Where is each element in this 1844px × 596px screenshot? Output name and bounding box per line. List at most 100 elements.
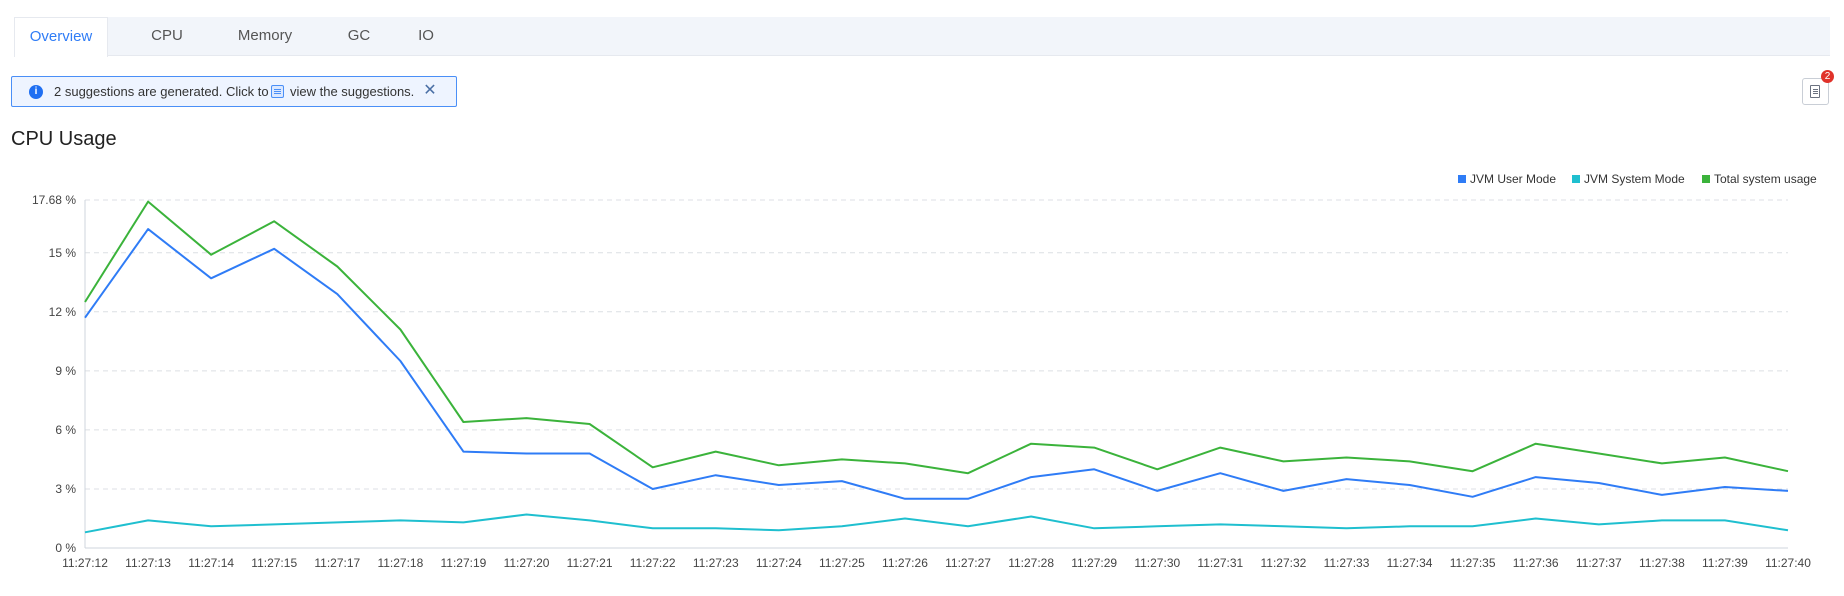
data-point-user xyxy=(1218,471,1222,475)
data-point-total xyxy=(1155,467,1159,471)
x-tick-label: 11:27:39 xyxy=(1702,556,1748,570)
data-point-user xyxy=(903,497,907,501)
data-point-system xyxy=(1786,528,1790,532)
data-point-system xyxy=(1471,524,1475,528)
series-line-total xyxy=(84,200,1789,475)
data-point-total xyxy=(209,253,213,257)
data-point-user xyxy=(83,316,87,320)
x-tick-label: 11:27:14 xyxy=(188,556,234,570)
data-point-system xyxy=(1723,518,1727,522)
x-tick-label: 11:27:26 xyxy=(882,556,928,570)
y-tick-label: 3 % xyxy=(55,482,76,496)
x-tick-label: 11:27:29 xyxy=(1071,556,1117,570)
data-point-total xyxy=(525,416,529,420)
data-point-user xyxy=(461,450,465,454)
data-point-user xyxy=(209,276,213,280)
data-point-system xyxy=(398,518,402,522)
x-tick-label: 11:27:32 xyxy=(1260,556,1306,570)
series-line-system xyxy=(84,513,1789,534)
data-point-total xyxy=(966,471,970,475)
data-point-user xyxy=(525,452,529,456)
x-tick-label: 11:27:15 xyxy=(251,556,297,570)
x-tick-label: 11:27:18 xyxy=(377,556,423,570)
data-point-total xyxy=(1092,446,1096,450)
data-point-user xyxy=(1786,489,1790,493)
data-point-system xyxy=(209,524,213,528)
data-point-user xyxy=(714,473,718,477)
data-point-system xyxy=(714,526,718,530)
cpu-usage-chart: 0 % 3 % 6 % 9 % 12 % 15 % 17.68 % 11:27:12 11:27… xyxy=(32,193,1811,570)
data-point-total xyxy=(651,465,655,469)
data-point-total xyxy=(1218,446,1222,450)
data-point-system xyxy=(840,524,844,528)
data-point-total xyxy=(1534,442,1538,446)
x-tick-label: 11:27:27 xyxy=(945,556,991,570)
data-point-user xyxy=(840,479,844,483)
data-point-user xyxy=(1092,467,1096,471)
data-point-system xyxy=(525,513,529,517)
data-point-system xyxy=(146,518,150,522)
x-tick-label: 11:27:23 xyxy=(693,556,739,570)
data-point-total xyxy=(398,328,402,332)
data-point-user xyxy=(335,292,339,296)
data-point-total xyxy=(335,265,339,269)
y-tick-label: 0 % xyxy=(55,541,76,555)
data-point-total xyxy=(588,422,592,426)
x-tick-label: 11:27:24 xyxy=(756,556,802,570)
x-tick-label: 11:27:36 xyxy=(1513,556,1559,570)
data-point-total xyxy=(840,457,844,461)
data-point-system xyxy=(1155,524,1159,528)
data-point-total xyxy=(272,219,276,223)
data-point-system xyxy=(966,524,970,528)
x-tick-label: 11:27:28 xyxy=(1008,556,1054,570)
data-point-total xyxy=(1029,442,1033,446)
data-point-total xyxy=(1344,455,1348,459)
x-tick-label: 11:27:13 xyxy=(125,556,171,570)
data-point-total xyxy=(461,420,465,424)
data-point-total xyxy=(1408,459,1412,463)
x-tick-label: 11:27:38 xyxy=(1639,556,1685,570)
data-point-user xyxy=(1723,485,1727,489)
data-point-system xyxy=(1660,518,1664,522)
data-point-user xyxy=(1660,493,1664,497)
data-point-user xyxy=(1344,477,1348,481)
x-tick-label: 11:27:17 xyxy=(314,556,360,570)
data-point-user xyxy=(966,497,970,501)
data-point-system xyxy=(651,526,655,530)
x-tick-label: 11:27:12 xyxy=(62,556,108,570)
y-tick-label: 12 % xyxy=(49,305,77,319)
x-tick-label: 11:27:35 xyxy=(1450,556,1496,570)
data-point-system xyxy=(1092,526,1096,530)
data-point-system xyxy=(588,518,592,522)
data-point-user xyxy=(1471,495,1475,499)
data-point-system xyxy=(272,522,276,526)
data-point-user xyxy=(1597,481,1601,485)
x-tick-label: 11:27:40 xyxy=(1765,556,1811,570)
data-point-user xyxy=(1029,475,1033,479)
data-point-user xyxy=(398,359,402,363)
data-point-total xyxy=(1597,452,1601,456)
data-point-user xyxy=(651,487,655,491)
data-point-total xyxy=(1660,461,1664,465)
x-tick-label: 11:27:19 xyxy=(441,556,487,570)
data-point-system xyxy=(1408,524,1412,528)
data-point-total xyxy=(1723,455,1727,459)
data-point-user xyxy=(1408,483,1412,487)
x-tick-label: 11:27:21 xyxy=(567,556,613,570)
data-point-total xyxy=(714,450,718,454)
y-tick-label: 17.68 % xyxy=(32,193,76,207)
x-tick-label: 11:27:33 xyxy=(1324,556,1370,570)
data-point-system xyxy=(1281,524,1285,528)
x-tick-label: 11:27:31 xyxy=(1197,556,1243,570)
x-tick-label: 11:27:34 xyxy=(1387,556,1433,570)
x-tick-label: 11:27:20 xyxy=(504,556,550,570)
x-tick-label: 11:27:22 xyxy=(630,556,676,570)
x-tick-label: 11:27:30 xyxy=(1134,556,1180,570)
y-tick-label: 15 % xyxy=(49,246,77,260)
data-point-system xyxy=(461,520,465,524)
data-point-user xyxy=(1155,489,1159,493)
y-tick-label: 6 % xyxy=(55,423,76,437)
data-point-user xyxy=(1281,489,1285,493)
data-point-total xyxy=(1786,469,1790,473)
data-point-total xyxy=(83,300,87,304)
